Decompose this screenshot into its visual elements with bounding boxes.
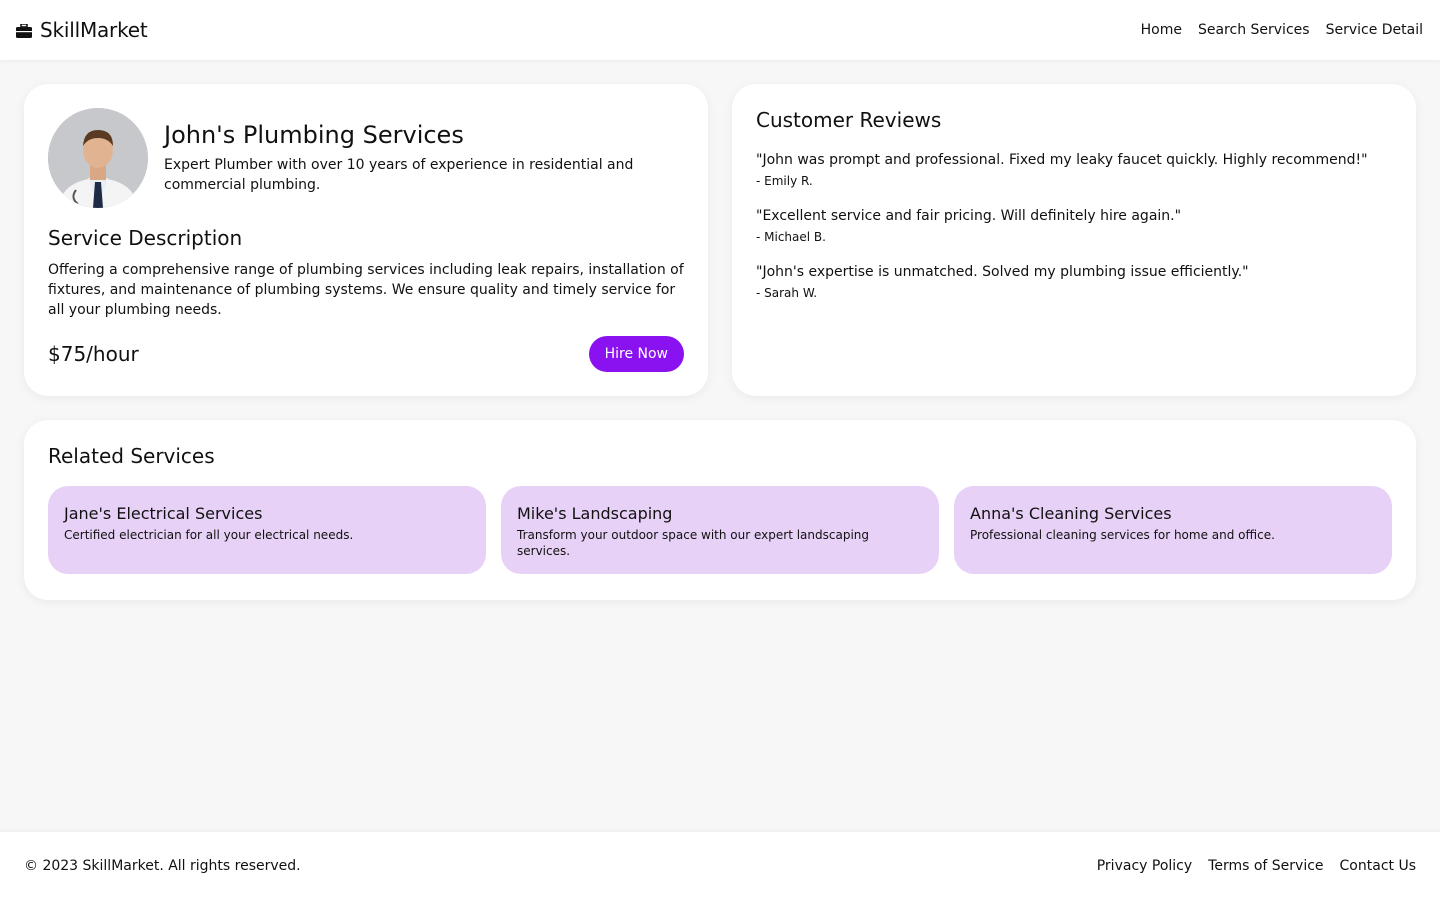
provider-name: John's Plumbing Services xyxy=(164,121,464,149)
brand-name: SkillMarket xyxy=(40,18,148,42)
nav-home[interactable]: Home xyxy=(1141,22,1182,38)
provider-header: John's Plumbing Services Expert Plumber … xyxy=(48,108,684,208)
related-service-mike-landscaping[interactable]: Mike's Landscaping Transform your outdoo… xyxy=(501,486,939,574)
provider-card: John's Plumbing Services Expert Plumber … xyxy=(24,84,708,396)
review-author: - Sarah W. xyxy=(756,286,818,300)
related-service-anna-cleaning[interactable]: Anna's Cleaning Services Professional cl… xyxy=(954,486,1392,574)
related-services-card: Related Services Jane's Electrical Servi… xyxy=(24,420,1416,600)
price: $75/hour xyxy=(48,342,139,366)
review-text: "John was prompt and professional. Fixed… xyxy=(756,152,1368,168)
provider-avatar xyxy=(48,108,148,208)
nav-service-detail[interactable]: Service Detail xyxy=(1326,22,1423,38)
service-description-title: Service Description xyxy=(48,226,243,250)
reviews-card: Customer Reviews "John was prompt and pr… xyxy=(732,84,1416,396)
related-service-name: Jane's Electrical Services xyxy=(64,504,263,523)
copyright: © 2023 SkillMarket. All rights reserved. xyxy=(24,858,301,874)
related-services-list: Jane's Electrical Services Certified ele… xyxy=(48,486,1392,574)
footer-link-terms[interactable]: Terms of Service xyxy=(1208,858,1323,874)
nav-search-services[interactable]: Search Services xyxy=(1198,22,1310,38)
top-navbar: SkillMarket Home Search Services Service… xyxy=(0,0,1440,60)
related-service-name: Mike's Landscaping xyxy=(517,504,673,523)
hire-now-button[interactable]: Hire Now xyxy=(588,336,684,372)
briefcase-icon xyxy=(16,23,32,38)
reviews-title: Customer Reviews xyxy=(756,108,942,132)
footer-links: Privacy Policy Terms of Service Contact … xyxy=(1097,858,1416,874)
footer-link-privacy[interactable]: Privacy Policy xyxy=(1097,858,1192,874)
service-description: Offering a comprehensive range of plumbi… xyxy=(48,262,684,318)
main-nav: Home Search Services Service Detail xyxy=(1141,22,1423,38)
price-row: $75/hour Hire Now xyxy=(48,336,684,372)
related-service-desc: Professional cleaning services for home … xyxy=(970,528,1275,542)
brand[interactable]: SkillMarket xyxy=(16,18,148,42)
review-text: "Excellent service and fair pricing. Wil… xyxy=(756,208,1182,224)
review-author: - Emily R. xyxy=(756,174,813,188)
page-footer: © 2023 SkillMarket. All rights reserved.… xyxy=(0,832,1440,900)
review-author: - Michael B. xyxy=(756,230,826,244)
related-service-name: Anna's Cleaning Services xyxy=(970,504,1172,523)
related-service-desc: Transform your outdoor space with our ex… xyxy=(517,528,870,558)
provider-info: John's Plumbing Services Expert Plumber … xyxy=(164,121,684,195)
footer-link-contact[interactable]: Contact Us xyxy=(1340,858,1416,874)
related-service-desc: Certified electrician for all your elect… xyxy=(64,528,354,542)
review-item: "Excellent service and fair pricing. Wil… xyxy=(756,206,1392,244)
review-item: "John was prompt and professional. Fixed… xyxy=(756,150,1392,188)
review-item: "John's expertise is unmatched. Solved m… xyxy=(756,262,1392,300)
provider-tagline: Expert Plumber with over 10 years of exp… xyxy=(164,157,634,193)
related-service-jane-electrical[interactable]: Jane's Electrical Services Certified ele… xyxy=(48,486,486,574)
review-text: "John's expertise is unmatched. Solved m… xyxy=(756,264,1249,280)
related-services-title: Related Services xyxy=(48,444,215,468)
